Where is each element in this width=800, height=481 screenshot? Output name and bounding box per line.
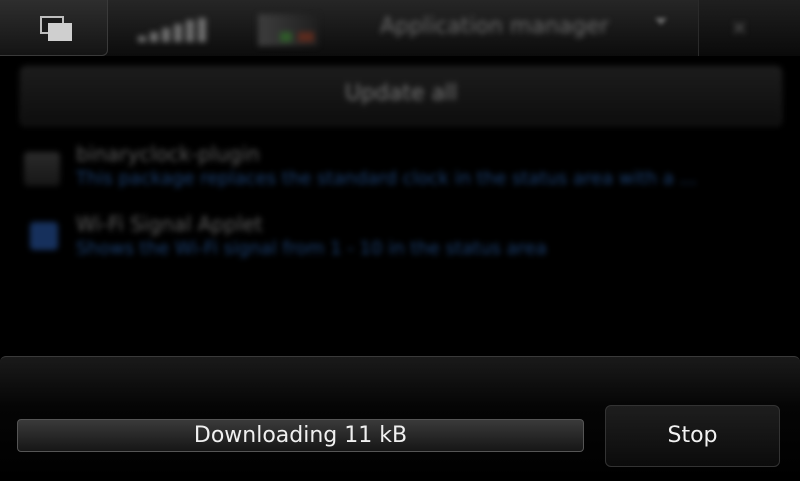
menu-arrow-icon[interactable] <box>655 18 667 25</box>
package-name: binaryclock-plugin <box>76 142 260 166</box>
stop-button[interactable]: Stop <box>605 405 780 467</box>
status-indicators[interactable] <box>128 12 328 48</box>
battery-icon <box>258 14 318 46</box>
list-item[interactable]: Wi-Fi Signal Applet Shows the Wi-Fi sign… <box>20 210 780 270</box>
close-button[interactable]: ✕ <box>698 0 800 56</box>
list-item[interactable]: binaryclock-plugin This package replaces… <box>20 140 780 200</box>
task-switcher-button[interactable] <box>0 0 108 56</box>
task-switcher-icon-front <box>48 23 72 41</box>
status-bar: Application manager ✕ <box>0 0 800 56</box>
signal-icon <box>138 18 238 42</box>
package-description: Shows the Wi-Fi signal from 1 - 10 in th… <box>76 238 547 259</box>
update-all-button[interactable]: Update all <box>20 66 782 126</box>
download-status-text: Downloading 11 kB <box>193 423 408 448</box>
package-list-area: Update all binaryclock-plugin This packa… <box>0 56 800 356</box>
download-progress-bar: Downloading 11 kB <box>17 419 584 452</box>
wifi-package-icon <box>30 222 58 250</box>
package-name: Wi-Fi Signal Applet <box>76 212 263 236</box>
close-icon: ✕ <box>731 16 748 40</box>
package-description: This package replaces the standard clock… <box>76 168 697 189</box>
update-all-label: Update all <box>344 81 458 106</box>
window-title[interactable]: Application manager <box>380 14 680 44</box>
package-icon <box>24 152 60 186</box>
